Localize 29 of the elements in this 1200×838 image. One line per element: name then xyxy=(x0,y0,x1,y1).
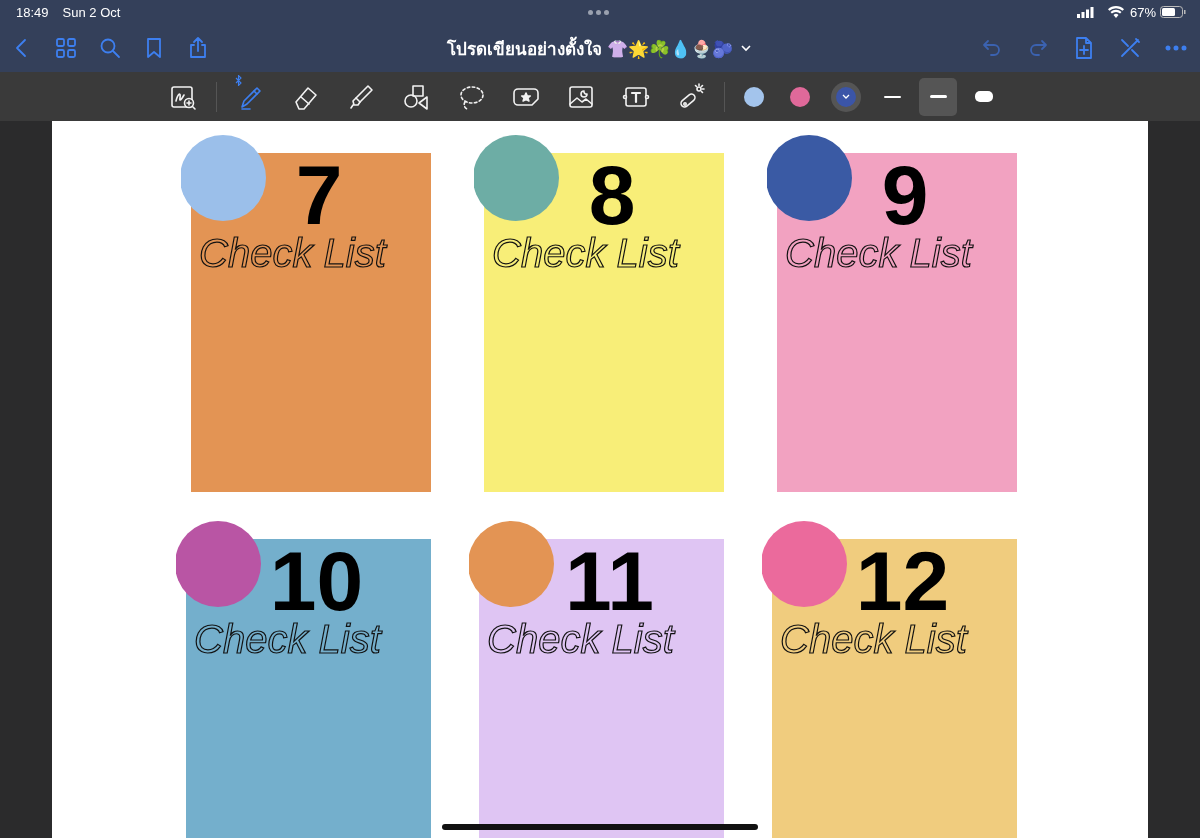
wifi-icon xyxy=(1107,6,1124,18)
status-time: 18:49 xyxy=(16,4,49,20)
card-number: 8 xyxy=(588,153,636,231)
chevron-down-icon[interactable] xyxy=(740,44,751,52)
document-title[interactable]: โปรดเขียนอย่างตั้งใจ 👚🌟☘💧🍨🫐 xyxy=(447,34,733,62)
card-number: 9 xyxy=(881,153,929,231)
bluetooth-icon xyxy=(235,74,242,86)
status-date: Sun 2 Oct xyxy=(62,4,121,20)
card-number: 11 xyxy=(565,539,654,617)
shapes-icon[interactable] xyxy=(401,82,430,111)
card-title: Check List xyxy=(194,617,381,662)
grid-icon[interactable] xyxy=(54,36,78,60)
battery-percent: 67% xyxy=(1129,4,1156,20)
card-title: Check List xyxy=(199,231,386,276)
pen-cross-icon[interactable] xyxy=(1118,36,1142,60)
multitasking-icon[interactable] xyxy=(588,9,610,15)
card-title: Check List xyxy=(487,617,674,662)
card-number: 7 xyxy=(295,153,343,231)
card-number: 12 xyxy=(855,539,950,617)
card-title: Check List xyxy=(780,617,967,662)
battery-icon xyxy=(1160,6,1186,18)
color-swatch[interactable] xyxy=(744,86,764,107)
card-title: Check List xyxy=(785,231,972,276)
card-title: Check List xyxy=(492,231,679,276)
stroke-width-option[interactable] xyxy=(919,77,957,116)
card-number: 10 xyxy=(269,539,364,617)
search-icon[interactable] xyxy=(98,36,122,60)
color-swatch[interactable] xyxy=(790,86,810,107)
signal-icon xyxy=(1076,6,1094,18)
